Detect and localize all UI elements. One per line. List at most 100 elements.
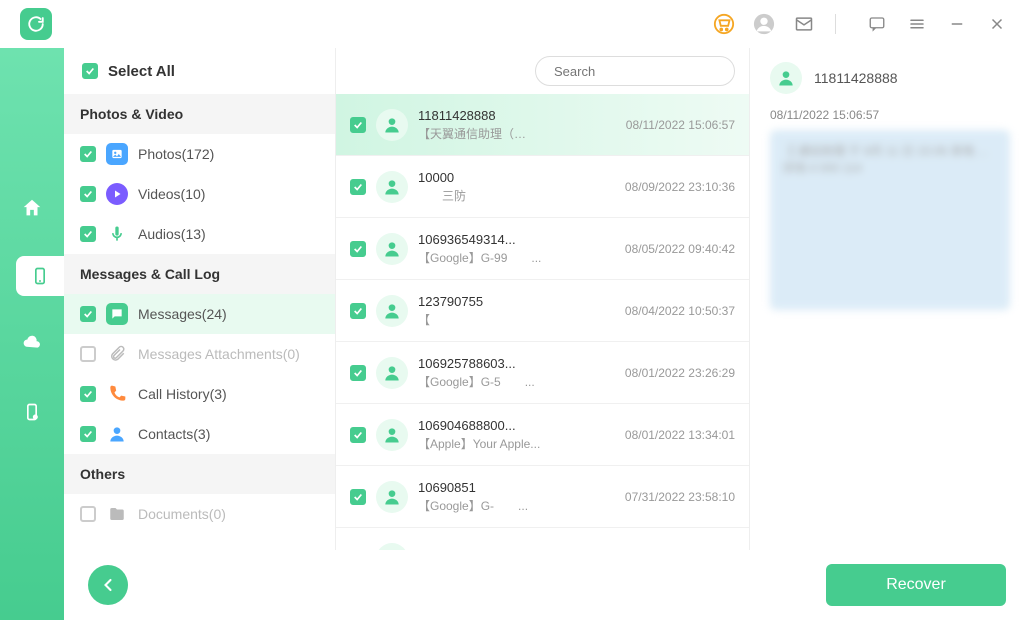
cat-msg-attachments[interactable]: Messages Attachments(0) xyxy=(64,334,335,374)
section-others: Others xyxy=(64,454,335,494)
checkbox-icon[interactable] xyxy=(350,427,366,443)
checkbox-icon[interactable] xyxy=(80,226,96,242)
checkbox-icon[interactable] xyxy=(350,241,366,257)
avatar xyxy=(376,295,408,327)
message-number: 10690851 xyxy=(418,480,615,495)
checkbox-icon[interactable] xyxy=(80,306,96,322)
checkbox-icon[interactable] xyxy=(350,117,366,133)
minimize-icon[interactable] xyxy=(944,11,970,37)
avatar xyxy=(376,171,408,203)
avatar xyxy=(376,419,408,451)
cat-photos[interactable]: Photos(172) xyxy=(64,134,335,174)
message-number: 10000 xyxy=(418,170,615,185)
message-preview: 【 xyxy=(418,311,615,328)
cat-documents[interactable]: Documents(0) xyxy=(64,494,335,534)
cat-videos[interactable]: Videos(10) xyxy=(64,174,335,214)
detail-number: 11811428888 xyxy=(814,70,898,86)
message-bubble-blurred: 【 通信助理 于 8月 11 日 15:06 来电 ... 详询 4 000 1… xyxy=(770,130,1010,310)
left-rail xyxy=(0,48,64,620)
checkbox-icon[interactable] xyxy=(80,426,96,442)
message-row[interactable]: 10000 三防 08/09/2022 23:10:36 xyxy=(336,156,749,218)
detail-pane: 11811428888 08/11/2022 15:06:57 【 通信助理 于… xyxy=(750,48,1030,620)
search-field[interactable] xyxy=(554,64,730,79)
close-icon[interactable] xyxy=(984,11,1010,37)
menu-icon[interactable] xyxy=(904,11,930,37)
feedback-icon[interactable] xyxy=(864,11,890,37)
checkbox-icon[interactable] xyxy=(350,365,366,381)
app-logo xyxy=(20,8,52,40)
detail-timestamp: 08/11/2022 15:06:57 xyxy=(770,108,1010,122)
recover-button[interactable]: Recover xyxy=(826,564,1006,606)
avatar xyxy=(376,481,408,513)
message-row[interactable]: 106925788603... 【Google】G-5 ... 08/01/2022… xyxy=(336,342,749,404)
cat-label: Messages(24) xyxy=(138,306,227,322)
message-row[interactable]: 106936549314... 【Google】G-99 ... 08/05/202… xyxy=(336,218,749,280)
rail-repair[interactable] xyxy=(12,392,52,432)
section-messages-call: Messages & Call Log xyxy=(64,254,335,294)
message-time: 08/11/2022 15:06:57 xyxy=(626,118,735,132)
cat-label: Call History(3) xyxy=(138,386,227,402)
cat-label: Documents(0) xyxy=(138,506,226,522)
message-pane: 11811428888【天翼通信助理（…08/11/2022 15:06:571… xyxy=(336,48,750,620)
message-preview: 三防 xyxy=(418,187,615,204)
cat-audios[interactable]: Audios(13) xyxy=(64,214,335,254)
checkbox-icon[interactable] xyxy=(350,303,366,319)
contacts-icon xyxy=(106,423,128,445)
cat-messages[interactable]: Messages(24) xyxy=(64,294,335,334)
select-all-label: Select All xyxy=(108,63,175,80)
message-preview: 【Google】G-5 ... xyxy=(418,373,615,390)
message-row[interactable]: 106904688800...【Apple】Your Apple...08/01… xyxy=(336,404,749,466)
message-number: 106925788603... xyxy=(418,356,615,371)
select-all-row[interactable]: Select All xyxy=(64,48,335,94)
message-number: 106936549314... xyxy=(418,232,615,247)
mail-icon[interactable] xyxy=(791,11,817,37)
message-time: 08/05/2022 09:40:42 xyxy=(625,242,735,256)
attachment-icon xyxy=(106,343,128,365)
message-time: 08/01/2022 13:34:01 xyxy=(625,428,735,442)
cat-contacts[interactable]: Contacts(3) xyxy=(64,414,335,454)
cat-label: Videos(10) xyxy=(138,186,205,202)
audios-icon xyxy=(106,223,128,245)
avatar xyxy=(770,62,802,94)
message-preview: 【Google】G-99 ... xyxy=(418,249,615,266)
message-preview: 【Google】G- ... xyxy=(418,497,615,514)
checkbox-icon[interactable] xyxy=(80,146,96,162)
message-time: 08/04/2022 10:50:37 xyxy=(625,304,735,318)
message-time: 07/31/2022 23:58:10 xyxy=(625,490,735,504)
rail-phone[interactable] xyxy=(16,256,64,296)
category-sidebar: Select All Photos & Video Photos(172) Vi… xyxy=(64,48,336,620)
title-bar xyxy=(0,0,1030,48)
cat-label: Audios(13) xyxy=(138,226,206,242)
cat-label: Contacts(3) xyxy=(138,426,210,442)
message-preview: 【天翼通信助理（… xyxy=(418,125,616,142)
avatar xyxy=(376,109,408,141)
message-row[interactable]: 11811428888 【天翼通信助理（… 08/11/2022 15:06:57 xyxy=(336,94,749,156)
checkbox-icon[interactable] xyxy=(80,386,96,402)
message-number: 11811428888 xyxy=(418,108,616,123)
avatar xyxy=(376,357,408,389)
messages-icon xyxy=(106,303,128,325)
checkbox-icon[interactable] xyxy=(80,506,96,522)
checkbox-icon[interactable] xyxy=(350,489,366,505)
message-row[interactable]: 123790755 【 08/04/2022 10:50:37 xyxy=(336,280,749,342)
rail-home[interactable] xyxy=(12,188,52,228)
search-input[interactable] xyxy=(535,56,735,86)
message-time: 08/09/2022 23:10:36 xyxy=(625,180,735,194)
section-photos-video: Photos & Video xyxy=(64,94,335,134)
message-number: 106904688800... xyxy=(418,418,615,433)
back-button[interactable] xyxy=(88,565,128,605)
checkbox-icon[interactable] xyxy=(82,63,98,79)
checkbox-icon[interactable] xyxy=(350,179,366,195)
checkbox-icon[interactable] xyxy=(80,186,96,202)
message-time: 08/01/2022 23:26:29 xyxy=(625,366,735,380)
cat-label: Messages Attachments(0) xyxy=(138,346,300,362)
cart-icon[interactable] xyxy=(711,11,737,37)
message-row[interactable]: 10690851 【Google】G- ... 07/31/2022 23:58:1… xyxy=(336,466,749,528)
photos-icon xyxy=(106,143,128,165)
rail-cloud[interactable] xyxy=(12,324,52,364)
message-number: 123790755 xyxy=(418,294,615,309)
message-list: 11811428888【天翼通信助理（…08/11/2022 15:06:571… xyxy=(336,94,749,620)
user-icon[interactable] xyxy=(751,11,777,37)
checkbox-icon[interactable] xyxy=(80,346,96,362)
cat-call-history[interactable]: Call History(3) xyxy=(64,374,335,414)
